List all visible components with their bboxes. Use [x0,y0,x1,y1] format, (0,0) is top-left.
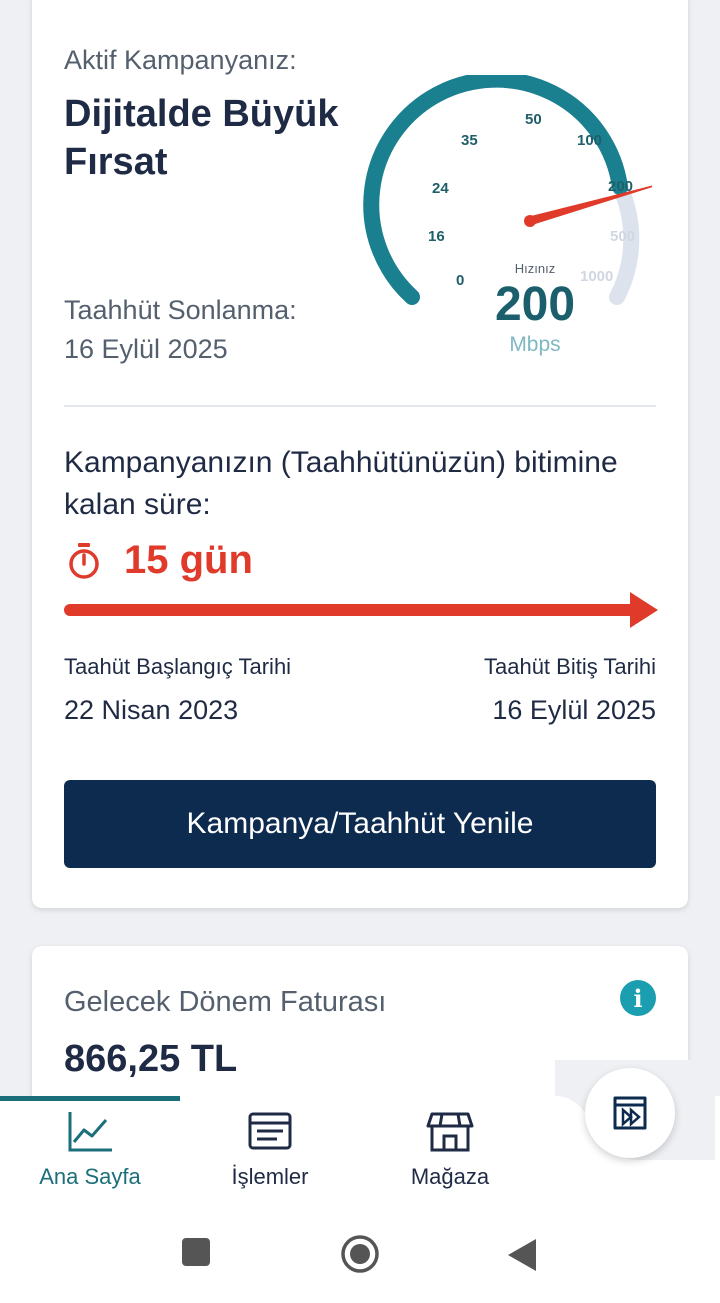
stopwatch-icon [69,542,99,579]
gauge-tick-35: 35 [461,132,478,149]
list-icon [248,1112,292,1150]
speed-gauge-arc [363,75,628,305]
gauge-tick-1000: 1000 [580,268,613,285]
renew-campaign-button[interactable]: Kampanya/Taahhüt Yenile [64,780,656,868]
gauge-tick-100: 100 [577,132,602,149]
commit-end-date: 16 Eylül 2025 [64,334,228,364]
square-icon [182,1238,210,1266]
gauge-tick-0: 0 [456,272,464,289]
gauge-tick-16: 16 [428,228,445,245]
fast-forward-icon [613,1096,647,1130]
home-button[interactable] [340,1234,380,1279]
speed-value: 200 [495,278,575,331]
remaining-time-row: 15 gün [66,538,253,583]
campaign-card: Aktif Kampanyanız: Dijitalde Büyük Fırsa… [32,0,688,908]
gauge-tick-200: 200 [608,178,633,195]
bill-amount: 866,25 TL [64,1038,238,1080]
back-button[interactable] [506,1237,538,1278]
store-icon [426,1112,474,1152]
gauge-tick-50: 50 [525,111,542,128]
speed-unit: Mbps [509,333,560,356]
nav-label-store: Mağaza [410,1164,490,1189]
remaining-time-question: Kampanyanızın (Taahhütünüzün) bitimine k… [64,446,618,521]
active-tab-indicator [0,1096,180,1101]
commit-end-label: Taahhüt Sonlanma: [64,295,297,325]
end-date-label: Taahüt Bitiş Tarihi [483,654,656,679]
speed-label: Hızınız [515,261,555,276]
speed-gauge: 0 16 24 35 50 100 200 500 1000 Hızınız 2… [363,75,652,356]
nav-label-home: Ana Sayfa [39,1164,141,1189]
active-campaign-label: Aktif Kampanyanız: [64,45,297,75]
info-icon[interactable]: i [620,980,656,1016]
chart-icon [68,1112,112,1152]
fast-forward-button[interactable] [585,1068,675,1158]
circle-icon [341,1235,379,1273]
start-date-label: Taahüt Başlangıç Tarihi [64,654,292,679]
gauge-tick-24: 24 [432,180,449,197]
nav-item-transactions[interactable]: İşlemler [180,1110,360,1190]
triangle-back-icon [508,1239,536,1271]
bill-title: Gelecek Dönem Faturası [64,986,387,1018]
divider [64,405,656,407]
recents-button[interactable] [180,1236,212,1273]
start-date-value: 22 Nisan 2023 [64,695,239,725]
remaining-days: 15 gün [124,538,253,582]
nav-item-store[interactable]: Mağaza [360,1110,540,1190]
nav-item-home[interactable]: Ana Sayfa [0,1110,180,1190]
nav-label-transactions: İşlemler [231,1164,309,1189]
gauge-tick-500: 500 [610,228,635,245]
timeline-arrow [64,592,658,628]
end-date-value: 16 Eylül 2025 [492,695,656,725]
campaign-name: Dijitalde Büyük Fırsat [64,93,339,183]
